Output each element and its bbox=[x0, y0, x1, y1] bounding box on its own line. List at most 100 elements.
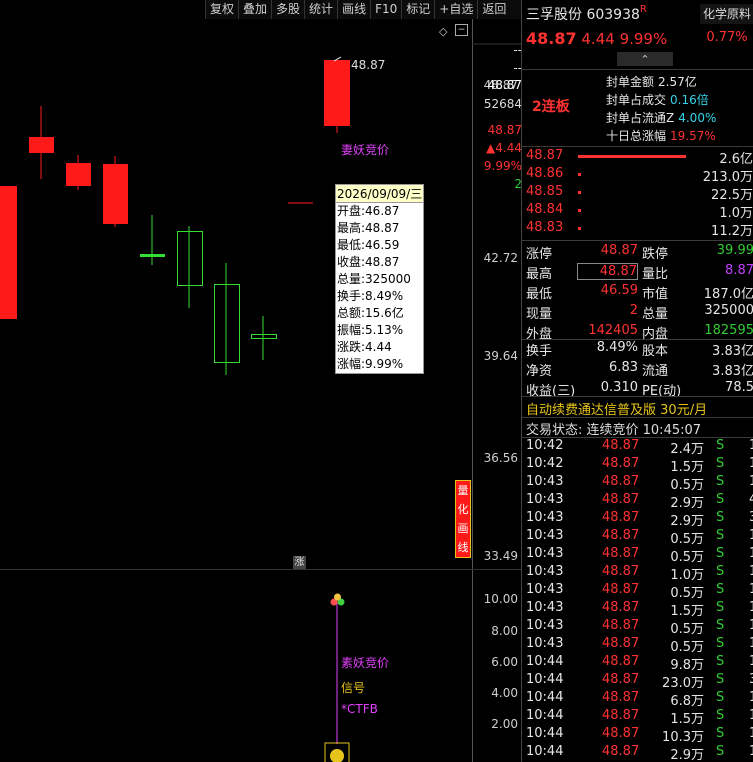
tick-count: 1 bbox=[749, 456, 753, 471]
collapse-icon[interactable]: − bbox=[455, 24, 468, 36]
bid-price[interactable]: 48.86 bbox=[526, 166, 563, 181]
candle-5 bbox=[140, 254, 165, 257]
quant-draw-button[interactable]: 量化画线 bbox=[455, 480, 471, 558]
tick-row: 10:44 48.87 10.3万 S 1 bbox=[522, 726, 753, 745]
tick-side: S bbox=[716, 708, 725, 723]
tick-row: 10:43 48.87 2.9万 S 4 bbox=[522, 492, 753, 511]
toolbar-button[interactable]: 叠加 bbox=[238, 0, 271, 19]
toolbar-button[interactable]: 标记 bbox=[401, 0, 434, 19]
tick-row: 10:42 48.87 2.4万 S 1 bbox=[522, 438, 753, 457]
axis-info-tag: 9.99% bbox=[483, 159, 522, 173]
price-axis-label: 36.56 bbox=[483, 451, 518, 465]
tick-price: 48.87 bbox=[602, 474, 640, 489]
tooltip-line: 振幅:5.13% bbox=[337, 323, 404, 337]
tick-time: 10:43 bbox=[526, 564, 564, 579]
price-axis-label: 42.72 bbox=[483, 251, 518, 265]
tick-time: 10:44 bbox=[526, 654, 564, 669]
tick-volume: 2.9万 bbox=[670, 514, 704, 529]
tooltip-line: 总量:325000 bbox=[337, 272, 411, 286]
bid-volume: 2.6亿 bbox=[719, 152, 753, 167]
tick-row: 10:43 48.87 0.5万 S 1 bbox=[522, 582, 753, 601]
tick-count: 1 bbox=[749, 690, 753, 705]
tick-volume: 0.5万 bbox=[670, 550, 704, 565]
bid-price[interactable]: 48.87 bbox=[526, 148, 563, 163]
signal-label: 素妖竞价 bbox=[341, 656, 390, 670]
tick-time: 10:43 bbox=[526, 618, 564, 633]
stat-value: 187.0亿 bbox=[703, 287, 753, 302]
tick-side: S bbox=[716, 582, 725, 597]
chevron-up-icon: ⌃ bbox=[640, 53, 650, 66]
indicator-axis-label: 10.00 bbox=[483, 592, 518, 606]
tick-volume: 1.0万 bbox=[670, 568, 704, 583]
tick-side: S bbox=[716, 456, 725, 471]
expand-button[interactable]: ⌃ bbox=[617, 52, 673, 66]
tick-side: S bbox=[716, 726, 725, 741]
stat-value: 3.83亿 bbox=[712, 344, 753, 359]
bid-volume: 213.0万 bbox=[702, 170, 753, 185]
bid-bar bbox=[578, 155, 686, 158]
tick-count: 1 bbox=[749, 654, 753, 669]
toolbar-button[interactable]: 多股 bbox=[271, 0, 304, 19]
stat-value: 39.99 bbox=[716, 243, 753, 258]
tick-time: 10:43 bbox=[526, 510, 564, 525]
tick-volume: 2.4万 bbox=[670, 442, 704, 457]
stat-value: 0.310 bbox=[600, 380, 638, 395]
candle-last bbox=[324, 60, 350, 126]
tick-volume: 10.3万 bbox=[662, 730, 704, 745]
tick-time: 10:43 bbox=[526, 492, 564, 507]
toolbar-button[interactable]: 复权 bbox=[205, 0, 238, 19]
tick-row: 10:43 48.87 1.5万 S 1 bbox=[522, 600, 753, 619]
promo-price[interactable]: 30元/月 bbox=[660, 403, 707, 418]
tick-row: 10:43 48.87 0.5万 S 1 bbox=[522, 618, 753, 637]
bid-bar bbox=[578, 173, 581, 176]
streak-badge: 2连板 bbox=[532, 99, 570, 115]
toolbar-button[interactable]: 画线 bbox=[337, 0, 370, 19]
tick-count: 1 bbox=[749, 708, 753, 723]
tick-time: 10:43 bbox=[526, 582, 564, 597]
sector-name[interactable]: 化学原料 bbox=[700, 4, 753, 24]
tooltip-line: 换手:8.49% bbox=[337, 289, 404, 303]
tick-row: 10:43 48.87 0.5万 S 1 bbox=[522, 546, 753, 565]
axis-info-tag: ▲4.44 bbox=[486, 141, 522, 155]
tick-row: 10:42 48.87 1.5万 S 1 bbox=[522, 456, 753, 475]
bid-bar bbox=[578, 209, 581, 212]
bid-price[interactable]: 48.85 bbox=[526, 184, 563, 199]
tick-volume: 1.5万 bbox=[670, 604, 704, 619]
tick-price: 48.87 bbox=[602, 726, 640, 741]
tick-side: S bbox=[716, 492, 725, 507]
tick-side: S bbox=[716, 600, 725, 615]
stock-flag: R bbox=[639, 4, 647, 15]
kline-chart[interactable]: ◇ − 48.87 48.87 42.72 39.64 36.56 33.49 -- --… bbox=[0, 19, 522, 762]
tick-count: 1 bbox=[749, 546, 753, 561]
toolbar-button[interactable]: 返回 bbox=[477, 0, 510, 19]
toolbar-button[interactable]: 统计 bbox=[304, 0, 337, 19]
trade-status: 交易状态: 连续竞价 10:45:07 bbox=[526, 423, 702, 438]
tick-volume: 6.8万 bbox=[670, 694, 704, 709]
tick-price: 48.87 bbox=[602, 510, 640, 525]
tick-side: S bbox=[716, 474, 725, 489]
stat-label: 总量 bbox=[642, 307, 669, 322]
bid-price[interactable]: 48.83 bbox=[526, 220, 563, 235]
tick-count: 1 bbox=[749, 618, 753, 633]
tick-row: 10:44 48.87 2.9万 S 1 bbox=[522, 744, 753, 762]
tick-price: 48.87 bbox=[602, 690, 640, 705]
tick-time: 10:44 bbox=[526, 708, 564, 723]
tick-price: 48.87 bbox=[602, 636, 640, 651]
tick-time: 10:42 bbox=[526, 438, 564, 453]
quote-panel: 三孚股份 603938R 化学原料 0.77% 48.87 4.44 9.99%… bbox=[521, 0, 753, 762]
promo-text[interactable]: 自动续费通达信普及版 bbox=[526, 403, 656, 418]
stat-value: 142405 bbox=[588, 323, 638, 338]
tick-volume: 1.5万 bbox=[670, 460, 704, 475]
tick-time: 10:44 bbox=[526, 672, 564, 687]
diamond-icon[interactable]: ◇ bbox=[439, 25, 447, 38]
bid-volume: 22.5万 bbox=[711, 188, 753, 203]
tick-time: 10:43 bbox=[526, 528, 564, 543]
toolbar-button[interactable]: +自选 bbox=[434, 0, 477, 19]
tick-volume: 0.5万 bbox=[670, 640, 704, 655]
bid-bar bbox=[578, 227, 581, 230]
tick-row: 10:43 48.87 0.5万 S 1 bbox=[522, 528, 753, 547]
candle-4 bbox=[103, 164, 128, 224]
tick-side: S bbox=[716, 510, 725, 525]
toolbar-button[interactable]: F10 bbox=[370, 0, 401, 19]
bid-price[interactable]: 48.84 bbox=[526, 202, 563, 217]
